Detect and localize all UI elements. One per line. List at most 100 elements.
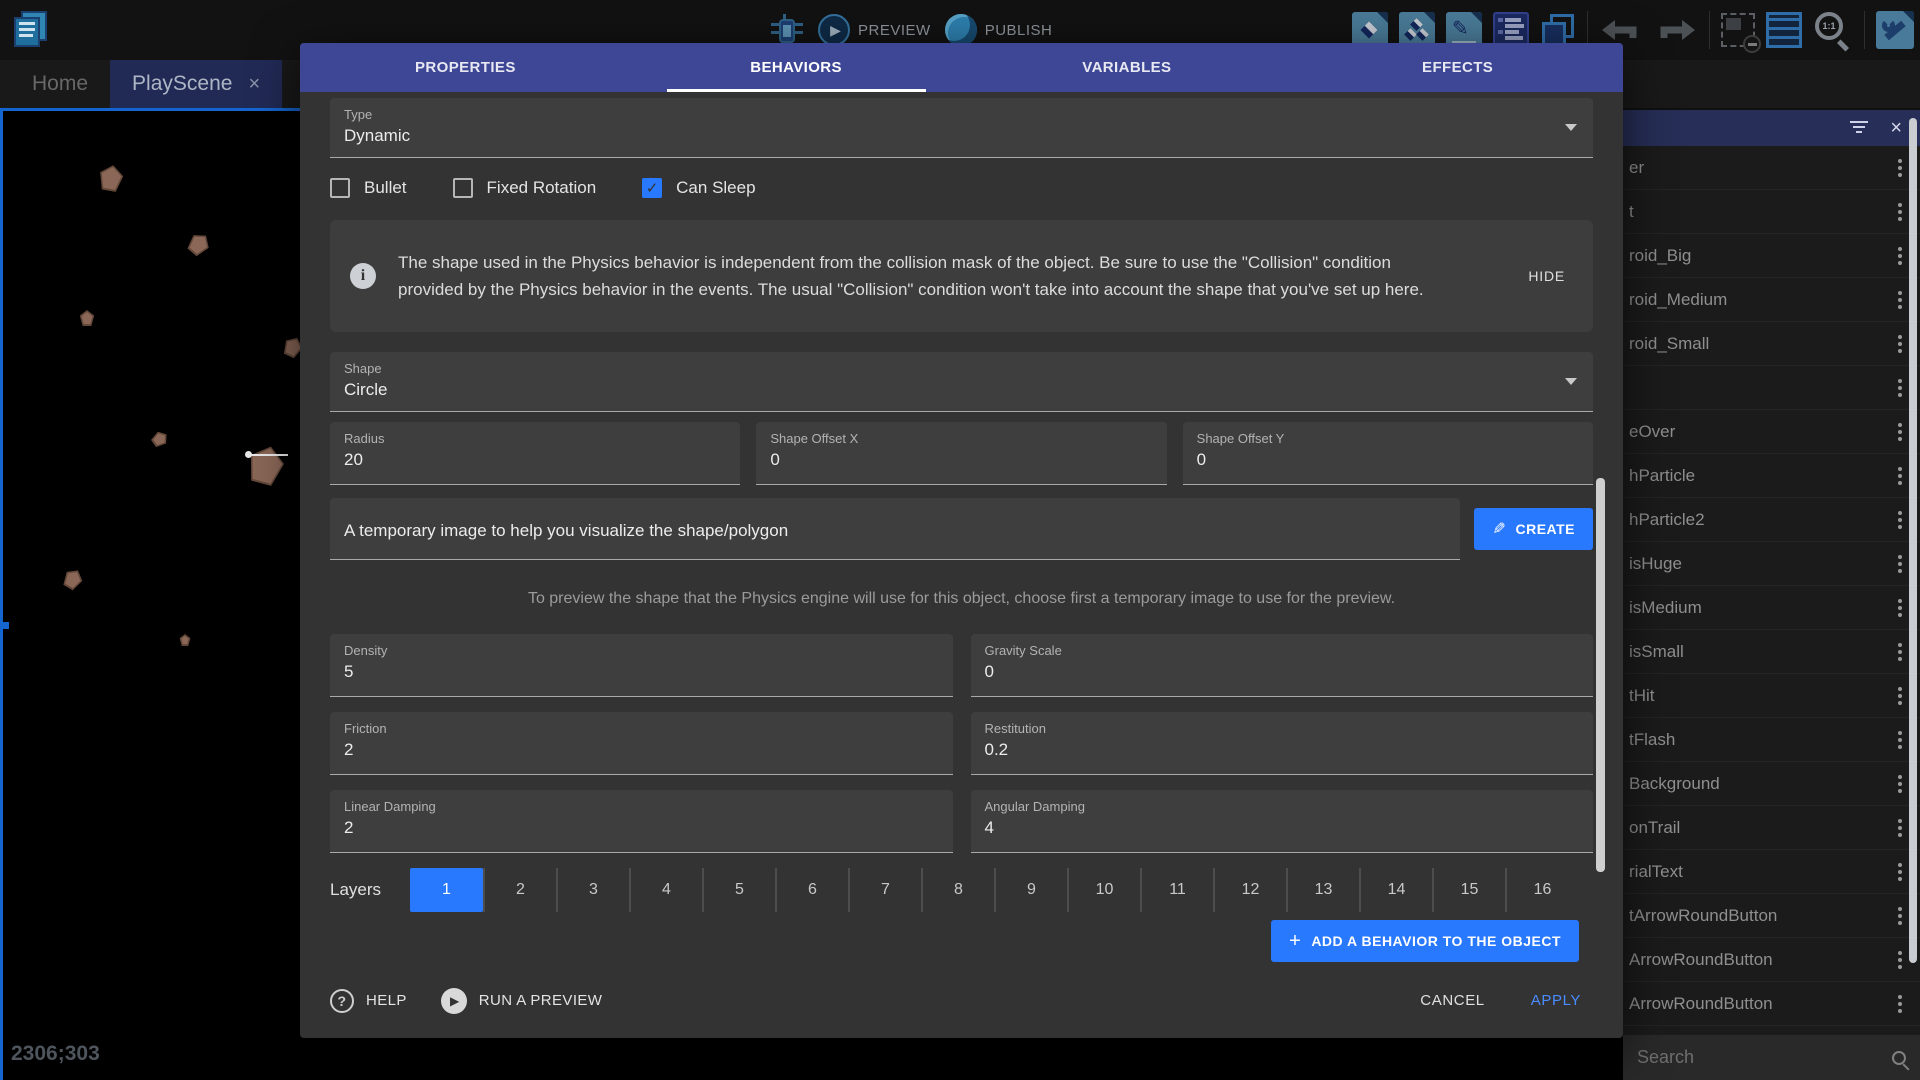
checkbox[interactable]: Can Sleep (642, 178, 755, 198)
object-list-item[interactable]: ArrowRoundButton (1623, 938, 1920, 982)
kebab-menu-icon[interactable] (1894, 551, 1906, 577)
object-list-item[interactable]: rialText (1623, 850, 1920, 894)
dialog-tab[interactable]: VARIABLES (962, 43, 1293, 92)
layer-cell[interactable]: 8 (921, 868, 994, 912)
zoom-original-icon[interactable]: 1:1 (1813, 10, 1853, 50)
selection-marker-line[interactable] (248, 454, 288, 456)
layer-cell[interactable]: 12 (1213, 868, 1286, 912)
kebab-menu-icon[interactable] (1894, 507, 1906, 533)
shape-offset-y-field[interactable]: Shape Offset Y 0 (1183, 422, 1593, 485)
kebab-menu-icon[interactable] (1894, 859, 1906, 885)
object-list-item[interactable]: tFlash (1623, 718, 1920, 762)
publish-button[interactable]: PUBLISH (945, 14, 1053, 46)
layer-cell[interactable]: 10 (1067, 868, 1140, 912)
asteroid-object[interactable] (79, 310, 95, 326)
filter-icon[interactable] (1850, 121, 1868, 136)
project-manager-icon[interactable] (14, 11, 50, 49)
kebab-menu-icon[interactable] (1894, 903, 1906, 929)
selection-marker-dot[interactable] (245, 451, 252, 458)
object-list-item[interactable]: er (1623, 146, 1920, 190)
radius-field[interactable]: Radius 20 (330, 422, 740, 485)
dialog-tab[interactable]: EFFECTS (1292, 43, 1623, 92)
tab-close-icon[interactable]: × (248, 73, 260, 96)
checkbox[interactable]: Fixed Rotation (453, 178, 597, 198)
layer-cell[interactable]: 9 (994, 868, 1067, 912)
dialog-tab[interactable]: BEHAVIORS (631, 43, 962, 92)
temp-image-field[interactable]: A temporary image to help you visualize … (330, 498, 1460, 560)
object-list-item[interactable]: tHit (1623, 674, 1920, 718)
kebab-menu-icon[interactable] (1894, 155, 1906, 181)
create-button[interactable]: ✎ CREATE (1474, 508, 1593, 550)
panel-scrollbar[interactable] (1909, 118, 1917, 963)
type-select[interactable]: Type Dynamic (330, 98, 1593, 158)
layer-cell[interactable]: 5 (702, 868, 775, 912)
kebab-menu-icon[interactable] (1894, 947, 1906, 973)
run-preview-button[interactable]: ▶ RUN A PREVIEW (441, 988, 603, 1014)
kebab-menu-icon[interactable] (1894, 639, 1906, 665)
object-list-item[interactable]: roid_Big (1623, 234, 1920, 278)
kebab-menu-icon[interactable] (1894, 375, 1906, 401)
clear-selection-icon[interactable] (1721, 13, 1755, 47)
object-list-item[interactable]: isHuge (1623, 542, 1920, 586)
layer-cell[interactable]: 1 (410, 868, 483, 912)
kebab-menu-icon[interactable] (1894, 771, 1906, 797)
object-list-item[interactable]: roid_Small (1623, 322, 1920, 366)
layer-cell[interactable]: 3 (556, 868, 629, 912)
layer-cell[interactable]: 11 (1140, 868, 1213, 912)
object-list-item[interactable]: roid_Medium (1623, 278, 1920, 322)
cancel-button[interactable]: CANCEL (1414, 984, 1490, 1017)
layer-cell[interactable]: 2 (483, 868, 556, 912)
layer-cell[interactable]: 14 (1359, 868, 1432, 912)
layer-cell[interactable]: 13 (1286, 868, 1359, 912)
object-list-item[interactable]: ArrowRoundButton (1623, 982, 1920, 1026)
apply-button[interactable]: APPLY (1525, 984, 1587, 1017)
density-field[interactable]: Density 5 (330, 634, 953, 697)
dialog-scrollbar[interactable] (1596, 478, 1605, 872)
grid-icon[interactable] (1766, 12, 1802, 48)
hide-button[interactable]: HIDE (1520, 260, 1573, 292)
gravity-scale-field[interactable]: Gravity Scale 0 (971, 634, 1594, 697)
kebab-menu-icon[interactable] (1894, 243, 1906, 269)
object-list-item[interactable]: tArrowRoundButton (1623, 894, 1920, 938)
shape-offset-x-field[interactable]: Shape Offset X 0 (756, 422, 1166, 485)
panel-close-icon[interactable]: × (1890, 118, 1902, 138)
kebab-menu-icon[interactable] (1894, 287, 1906, 313)
kebab-menu-icon[interactable] (1894, 199, 1906, 225)
checkbox[interactable]: Bullet (330, 178, 407, 198)
object-list-item[interactable]: Background (1623, 762, 1920, 806)
object-list-item[interactable]: hParticle (1623, 454, 1920, 498)
layer-cell[interactable]: 6 (775, 868, 848, 912)
linear-damping-field[interactable]: Linear Damping 2 (330, 790, 953, 853)
object-list-item[interactable]: hParticle2 (1623, 498, 1920, 542)
asteroid-object[interactable] (179, 634, 191, 646)
asteroid-object[interactable] (243, 442, 290, 489)
kebab-menu-icon[interactable] (1894, 683, 1906, 709)
object-list-item[interactable]: isSmall (1623, 630, 1920, 674)
angular-damping-field[interactable]: Angular Damping 4 (971, 790, 1594, 853)
layer-cell[interactable]: 16 (1505, 868, 1578, 912)
asteroid-object[interactable] (184, 229, 215, 260)
editor-tab[interactable]: Home (10, 60, 110, 108)
object-list-item[interactable]: isMedium (1623, 586, 1920, 630)
kebab-menu-icon[interactable] (1894, 419, 1906, 445)
layer-cell[interactable]: 4 (629, 868, 702, 912)
layer-cell[interactable]: 7 (848, 868, 921, 912)
asteroid-object[interactable] (96, 163, 126, 193)
redo-icon[interactable] (1654, 12, 1698, 48)
project-settings-icon[interactable] (1876, 11, 1914, 49)
kebab-menu-icon[interactable] (1894, 331, 1906, 357)
layer-cell[interactable]: 15 (1432, 868, 1505, 912)
editor-tab[interactable]: PlayScene × (110, 60, 282, 108)
object-list-item[interactable]: eOver (1623, 410, 1920, 454)
kebab-menu-icon[interactable] (1894, 595, 1906, 621)
kebab-menu-icon[interactable] (1894, 727, 1906, 753)
add-behavior-button[interactable]: + ADD A BEHAVIOR TO THE OBJECT (1271, 920, 1579, 962)
search-input[interactable] (1637, 1047, 1892, 1068)
dialog-tab[interactable]: PROPERTIES (300, 43, 631, 92)
shape-select[interactable]: Shape Circle (330, 352, 1593, 412)
object-list-item[interactable] (1623, 366, 1920, 410)
friction-field[interactable]: Friction 2 (330, 712, 953, 775)
restitution-field[interactable]: Restitution 0.2 (971, 712, 1594, 775)
object-list-item[interactable]: t (1623, 190, 1920, 234)
object-list-item[interactable]: onTrail (1623, 806, 1920, 850)
